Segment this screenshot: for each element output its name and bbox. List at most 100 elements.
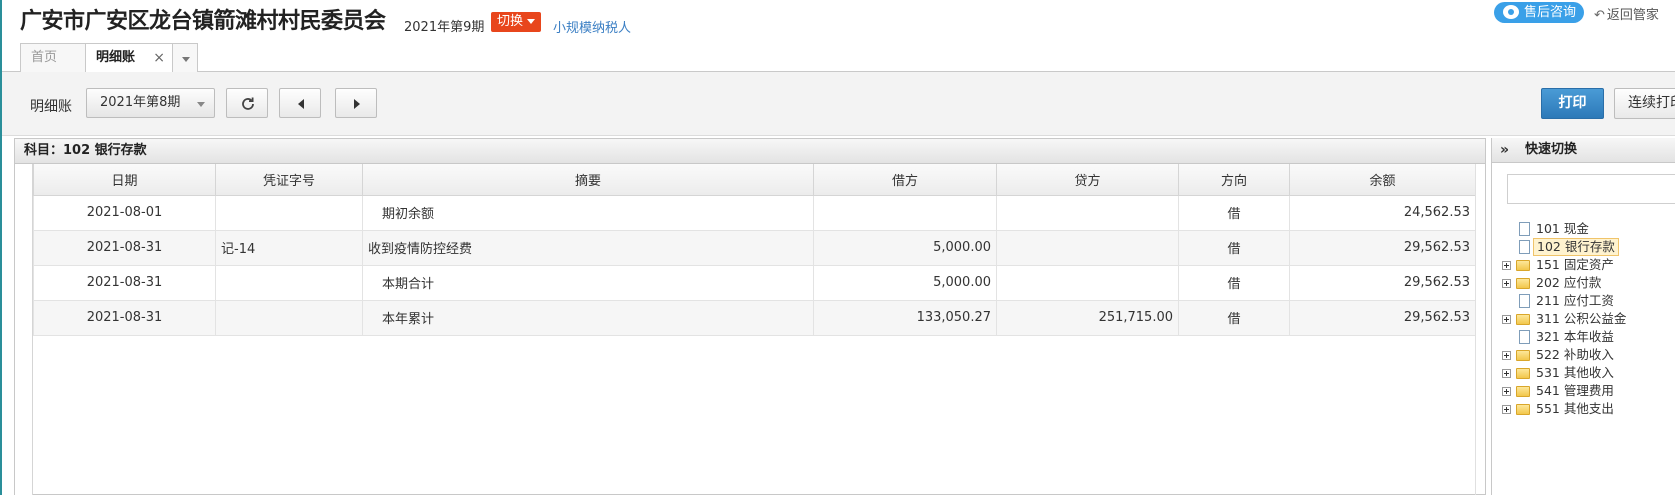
- print-button[interactable]: 打印: [1541, 88, 1604, 119]
- column-header-balance[interactable]: 余额: [1289, 164, 1476, 196]
- cell-debit: [813, 194, 997, 231]
- return-arrow-icon: ↶: [1594, 8, 1605, 23]
- expand-plus-icon[interactable]: [1502, 369, 1511, 378]
- ledger-grid-area: 日期 凭证字号 摘要 借方 贷方 方向 余额 2021-08-01 期初余额 借…: [15, 164, 1485, 495]
- column-header-credit[interactable]: 贷方: [996, 164, 1179, 196]
- tree-item[interactable]: 202 应付款: [1502, 274, 1675, 292]
- triangle-right-icon: [354, 99, 360, 109]
- tree-item-label: 531 其他收入: [1536, 365, 1614, 380]
- tree-item-label: 101 现金: [1536, 221, 1589, 236]
- next-period-button[interactable]: [335, 88, 377, 118]
- cell-direction: 借: [1178, 264, 1290, 301]
- quick-search-input[interactable]: [1507, 174, 1675, 204]
- cell-date: 2021-08-01: [33, 194, 216, 231]
- support-button[interactable]: 售后咨询: [1494, 2, 1584, 23]
- ledger-panel: 科目：102 银行存款 日期 凭证字号 摘要 借方 贷方 方向 余额 2021-…: [14, 138, 1486, 495]
- cell-credit: [996, 194, 1179, 231]
- expand-plus-icon[interactable]: [1502, 387, 1511, 396]
- table-header-row: 日期 凭证字号 摘要 借方 贷方 方向 余额: [33, 164, 1476, 196]
- tree-item[interactable]: 311 公积公益金: [1502, 310, 1675, 328]
- tab-detail-ledger[interactable]: 明细账 ×: [85, 43, 173, 73]
- switch-period-button[interactable]: 切换: [491, 12, 542, 32]
- close-icon[interactable]: ×: [153, 44, 165, 72]
- cell-summary: 本年累计: [362, 299, 814, 336]
- cell-direction: 借: [1178, 299, 1290, 336]
- expand-plus-icon[interactable]: [1502, 405, 1511, 414]
- app-window: 广安市广安区龙台镇箭滩村村民委员会 2021年第9期 切换 小规模纳税人 售后咨…: [0, 0, 1675, 495]
- table-row[interactable]: 2021-08-31 记-14 收到疫情防控经费 5,000.00 借 29,5…: [33, 229, 1476, 266]
- tree-item-label: 211 应付工资: [1536, 293, 1614, 308]
- tree-item[interactable]: 151 固定资产: [1502, 256, 1675, 274]
- tree-item-label: 321 本年收益: [1536, 329, 1614, 344]
- cell-voucher: [215, 264, 363, 301]
- column-header-direction[interactable]: 方向: [1178, 164, 1290, 196]
- subject-title: 科目：102 银行存款: [15, 139, 1485, 164]
- expand-plus-icon[interactable]: [1502, 279, 1511, 288]
- refresh-button[interactable]: [226, 88, 268, 118]
- cell-direction: 借: [1178, 229, 1290, 266]
- file-icon: [1519, 240, 1530, 254]
- period-select-value: 2021年第8期: [100, 95, 181, 110]
- folder-icon: [1516, 350, 1530, 361]
- expand-plus-icon[interactable]: [1502, 315, 1511, 324]
- cell-debit: 5,000.00: [813, 264, 997, 301]
- ledger-table: 日期 凭证字号 摘要 借方 贷方 方向 余额 2021-08-01 期初余额 借…: [33, 164, 1476, 336]
- tree-item[interactable]: 522 补助收入: [1502, 346, 1675, 364]
- vertical-scrollbar[interactable]: [1475, 164, 1485, 495]
- refresh-icon: [242, 97, 254, 110]
- tree-item-label: 151 固定资产: [1536, 257, 1614, 272]
- previous-period-button[interactable]: [279, 88, 321, 118]
- tree-item[interactable]: 321 本年收益: [1502, 328, 1675, 346]
- expand-plus-icon[interactable]: [1502, 351, 1511, 360]
- cell-credit: [996, 264, 1179, 301]
- column-header-date[interactable]: 日期: [33, 164, 216, 196]
- tree-item-label: 311 公积公益金: [1536, 311, 1627, 326]
- eye-icon: [1503, 5, 1519, 19]
- tab-home[interactable]: 首页: [20, 43, 86, 72]
- back-to-manager-link[interactable]: ↶ 返回管家: [1594, 4, 1659, 23]
- tree-item[interactable]: 102 银行存款: [1502, 238, 1675, 256]
- file-icon: [1519, 222, 1530, 236]
- cell-voucher: [215, 299, 363, 336]
- folder-icon: [1516, 404, 1530, 415]
- cell-balance: 29,562.53: [1289, 264, 1476, 301]
- expand-plus-icon[interactable]: [1502, 261, 1511, 270]
- table-row[interactable]: 2021-08-31 本年累计 133,050.27 251,715.00 借 …: [33, 299, 1476, 336]
- tree-item[interactable]: 101 现金: [1502, 220, 1675, 238]
- tab-bar: 首页 明细账 ×: [2, 40, 1675, 73]
- tree-item-label: 522 补助收入: [1536, 347, 1614, 362]
- cell-summary: 期初余额: [362, 194, 814, 231]
- table-row[interactable]: 2021-08-01 期初余额 借 24,562.53: [33, 194, 1476, 231]
- row-gutter: [15, 164, 33, 495]
- period-select[interactable]: 2021年第8期: [86, 88, 215, 118]
- continuous-print-button[interactable]: 连续打印: [1614, 88, 1675, 119]
- column-header-summary[interactable]: 摘要: [362, 164, 814, 196]
- current-period: 2021年第9期: [404, 20, 485, 35]
- cell-voucher-link[interactable]: 记-14: [215, 229, 363, 266]
- tree-item[interactable]: 551 其他支出: [1502, 400, 1675, 418]
- double-chevron-right-icon[interactable]: »: [1500, 138, 1509, 162]
- file-icon: [1519, 330, 1530, 344]
- toolbar-label: 明细账: [30, 99, 72, 115]
- tree-item[interactable]: 541 管理费用: [1502, 382, 1675, 400]
- folder-icon: [1516, 278, 1530, 289]
- column-header-debit[interactable]: 借方: [813, 164, 997, 196]
- tree-item-label: 202 应付款: [1536, 275, 1602, 290]
- org-title: 广安市广安区龙台镇箭滩村村民委员会: [20, 9, 386, 34]
- folder-icon: [1516, 260, 1530, 271]
- subject-tree: 101 现金 102 银行存款 151 固定资产 202 应付款 211 应付工资 311…: [1502, 220, 1675, 418]
- tree-item[interactable]: 211 应付工资: [1502, 292, 1675, 310]
- tab-more-dropdown[interactable]: [172, 43, 198, 72]
- support-label: 售后咨询: [1524, 5, 1577, 20]
- tree-item-label: 102 银行存款: [1533, 238, 1619, 256]
- cell-balance: 24,562.53: [1289, 194, 1476, 231]
- quick-switch-title: 快速切换: [1525, 142, 1578, 157]
- table-row[interactable]: 2021-08-31 本期合计 5,000.00 借 29,562.53: [33, 264, 1476, 301]
- cell-debit: 5,000.00: [813, 229, 997, 266]
- column-header-voucher[interactable]: 凭证字号: [215, 164, 363, 196]
- taxpayer-type-link[interactable]: 小规模纳税人: [553, 17, 631, 36]
- tree-item[interactable]: 531 其他收入: [1502, 364, 1675, 382]
- back-label: 返回管家: [1606, 8, 1659, 23]
- tree-item-label: 541 管理费用: [1536, 383, 1614, 398]
- cell-credit: 251,715.00: [996, 299, 1179, 336]
